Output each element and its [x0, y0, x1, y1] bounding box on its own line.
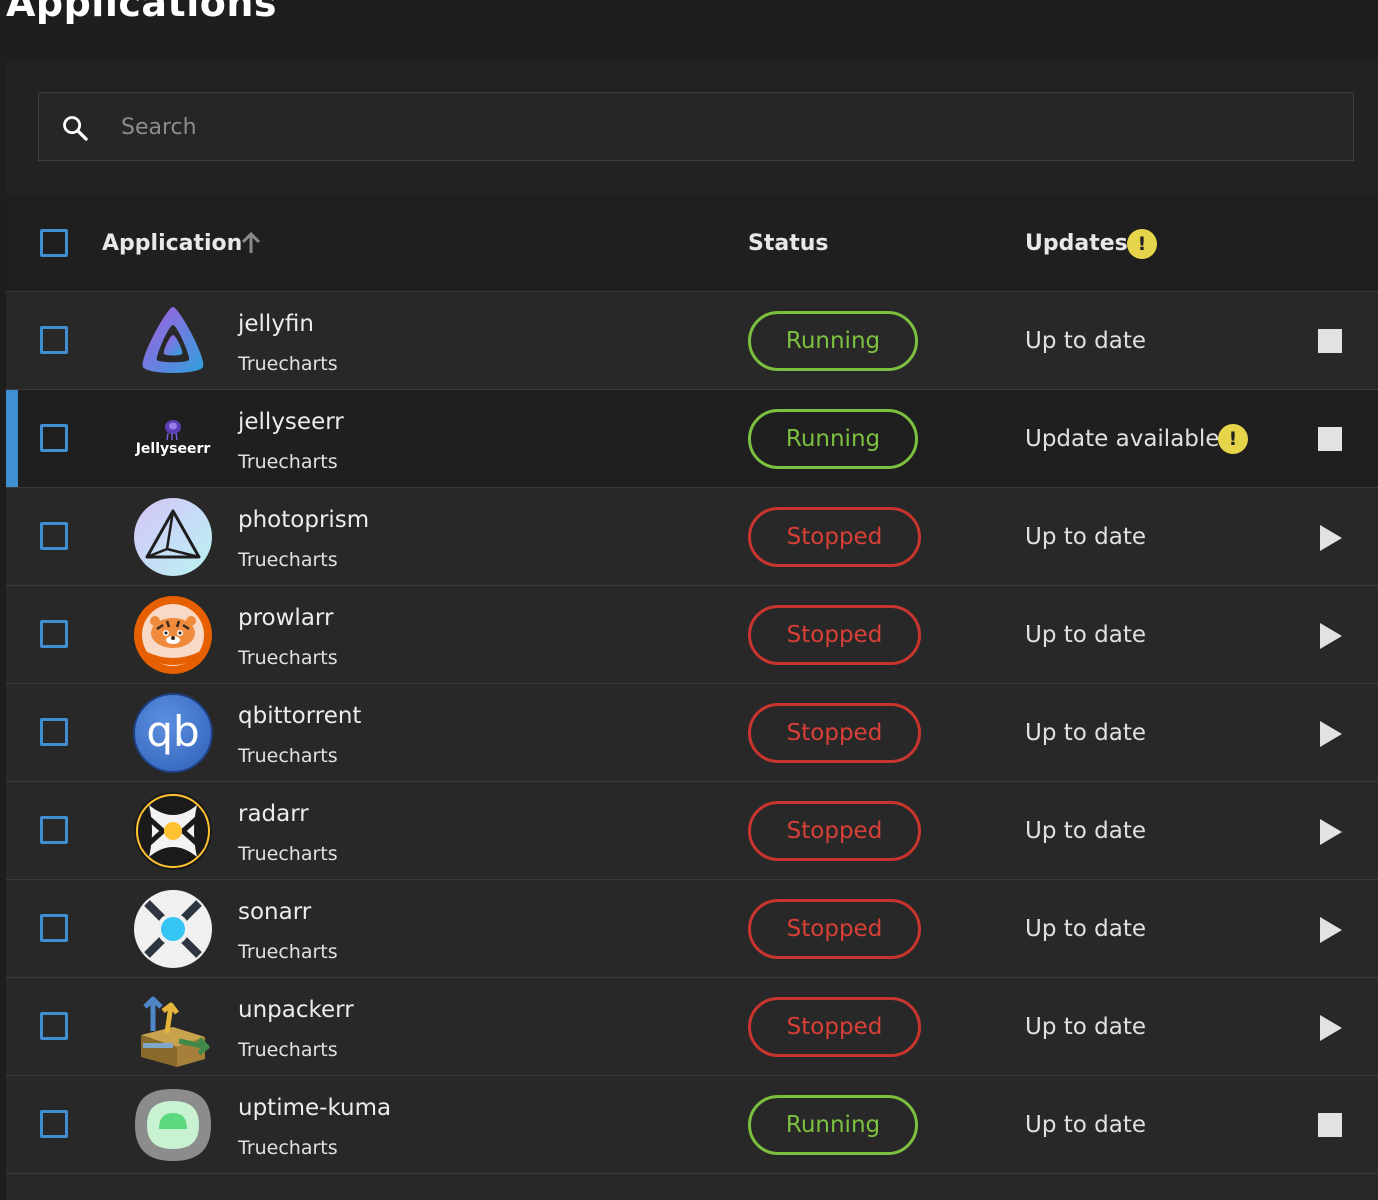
- table-row[interactable]: sonarr Truecharts Stopped Up to date: [6, 880, 1378, 978]
- selection-indicator: [6, 390, 18, 487]
- status-badge: Running: [748, 311, 918, 371]
- start-button[interactable]: [1318, 819, 1342, 845]
- status-badge: Stopped: [748, 997, 921, 1057]
- arrow-up-icon[interactable]: [240, 231, 262, 255]
- status-badge: Running: [748, 1095, 918, 1155]
- stop-icon: [1318, 329, 1342, 353]
- stop-button[interactable]: [1318, 329, 1342, 353]
- stop-button[interactable]: [1318, 1113, 1342, 1137]
- status-badge: Stopped: [748, 605, 921, 665]
- table-row[interactable]: unpackerr Truecharts Stopped Up to date: [6, 978, 1378, 1076]
- play-icon: [1320, 819, 1342, 845]
- table-row[interactable]: Jellyseerr jellyseerr Truecharts Running…: [6, 390, 1378, 488]
- update-status: Up to date: [1025, 1112, 1147, 1138]
- app-name[interactable]: uptime-kuma: [238, 1094, 391, 1122]
- jellyseerr-logo-text: Jellyseerr: [135, 441, 211, 457]
- app-catalog: Truecharts: [238, 745, 338, 767]
- row-checkbox[interactable]: [40, 620, 68, 648]
- search-icon: [63, 116, 88, 141]
- app-catalog: Truecharts: [238, 451, 338, 473]
- uptime-kuma-icon: [135, 1089, 211, 1161]
- app-catalog: Truecharts: [238, 941, 338, 963]
- start-button[interactable]: [1318, 721, 1342, 747]
- sonarr-icon: [134, 890, 212, 968]
- start-button[interactable]: [1318, 525, 1342, 551]
- play-icon: [1320, 917, 1342, 943]
- row-checkbox[interactable]: [40, 914, 68, 942]
- app-catalog: Truecharts: [238, 549, 338, 571]
- row-checkbox[interactable]: [40, 1012, 68, 1040]
- stop-icon: [1318, 1113, 1342, 1137]
- app-catalog: Truecharts: [238, 647, 338, 669]
- row-checkbox[interactable]: [40, 522, 68, 550]
- app-name[interactable]: jellyfin: [238, 310, 314, 338]
- row-checkbox[interactable]: [40, 424, 68, 452]
- jellyfish-icon: [165, 420, 181, 441]
- column-header-application[interactable]: Application: [102, 230, 242, 258]
- table-row[interactable]: prowlarr Truecharts Stopped Up to date: [6, 586, 1378, 684]
- select-all-checkbox[interactable]: [40, 229, 68, 257]
- play-icon: [1320, 623, 1342, 649]
- start-button[interactable]: [1318, 1015, 1342, 1041]
- app-name[interactable]: qbittorrent: [238, 702, 361, 730]
- qbittorrent-icon: qb: [133, 693, 213, 773]
- update-status: Up to date: [1025, 818, 1147, 844]
- app-name[interactable]: radarr: [238, 800, 309, 828]
- search-area: [6, 60, 1378, 195]
- play-icon: [1320, 1015, 1342, 1041]
- play-icon: [1320, 525, 1342, 551]
- app-catalog: Truecharts: [238, 353, 338, 375]
- prowlarr-icon: [134, 596, 212, 674]
- applications-panel: Application Status Updates ! jellyfin Tr…: [6, 60, 1378, 1200]
- table-row[interactable]: uptime-kuma Truecharts Running Up to dat…: [6, 1076, 1378, 1174]
- column-header-updates[interactable]: Updates: [1025, 230, 1128, 258]
- start-button[interactable]: [1318, 917, 1342, 943]
- column-header-status[interactable]: Status: [748, 230, 828, 258]
- photoprism-icon: [134, 498, 212, 576]
- status-badge: Stopped: [748, 703, 921, 763]
- jellyfin-icon: [142, 307, 204, 373]
- jellyseerr-icon: Jellyseerr: [133, 399, 213, 479]
- update-status: Update available: [1025, 426, 1220, 452]
- table-header: Application Status Updates !: [6, 195, 1378, 292]
- app-catalog: Truecharts: [238, 1039, 338, 1061]
- update-status: Up to date: [1025, 1014, 1147, 1040]
- row-checkbox[interactable]: [40, 816, 68, 844]
- app-name[interactable]: unpackerr: [238, 996, 354, 1024]
- app-name[interactable]: prowlarr: [238, 604, 333, 632]
- app-catalog: Truecharts: [238, 1137, 338, 1159]
- page-title: Applications: [6, 0, 277, 25]
- row-checkbox[interactable]: [40, 326, 68, 354]
- update-status: Up to date: [1025, 524, 1147, 550]
- app-name[interactable]: sonarr: [238, 898, 311, 926]
- row-checkbox[interactable]: [40, 1110, 68, 1138]
- status-badge: Running: [748, 409, 918, 469]
- unpackerr-icon: [141, 996, 210, 1067]
- app-name[interactable]: photoprism: [238, 506, 369, 534]
- stop-button[interactable]: [1318, 427, 1342, 451]
- update-status: Up to date: [1025, 328, 1147, 354]
- app-catalog: Truecharts: [238, 843, 338, 865]
- exclamation-icon: !: [1218, 424, 1248, 454]
- update-status: Up to date: [1025, 916, 1147, 942]
- app-name[interactable]: jellyseerr: [238, 408, 344, 436]
- table-row[interactable]: photoprism Truecharts Stopped Up to date: [6, 488, 1378, 586]
- status-badge: Stopped: [748, 899, 921, 959]
- qbittorrent-logo-text: qb: [146, 707, 200, 756]
- start-button[interactable]: [1318, 623, 1342, 649]
- row-checkbox[interactable]: [40, 718, 68, 746]
- play-icon: [1320, 721, 1342, 747]
- search-box[interactable]: [38, 92, 1354, 162]
- table-row[interactable]: jellyfin Truecharts Running Up to date: [6, 292, 1378, 390]
- radarr-icon: [134, 792, 212, 870]
- stop-icon: [1318, 427, 1342, 451]
- status-badge: Stopped: [748, 507, 921, 567]
- update-status: Up to date: [1025, 622, 1147, 648]
- search-input[interactable]: [119, 93, 1323, 162]
- table-row[interactable]: qb qbittorrent Truecharts Stopped Up to …: [6, 684, 1378, 782]
- table-row[interactable]: radarr Truecharts Stopped Up to date: [6, 782, 1378, 880]
- update-status: Up to date: [1025, 720, 1147, 746]
- exclamation-icon: !: [1127, 229, 1157, 259]
- status-badge: Stopped: [748, 801, 921, 861]
